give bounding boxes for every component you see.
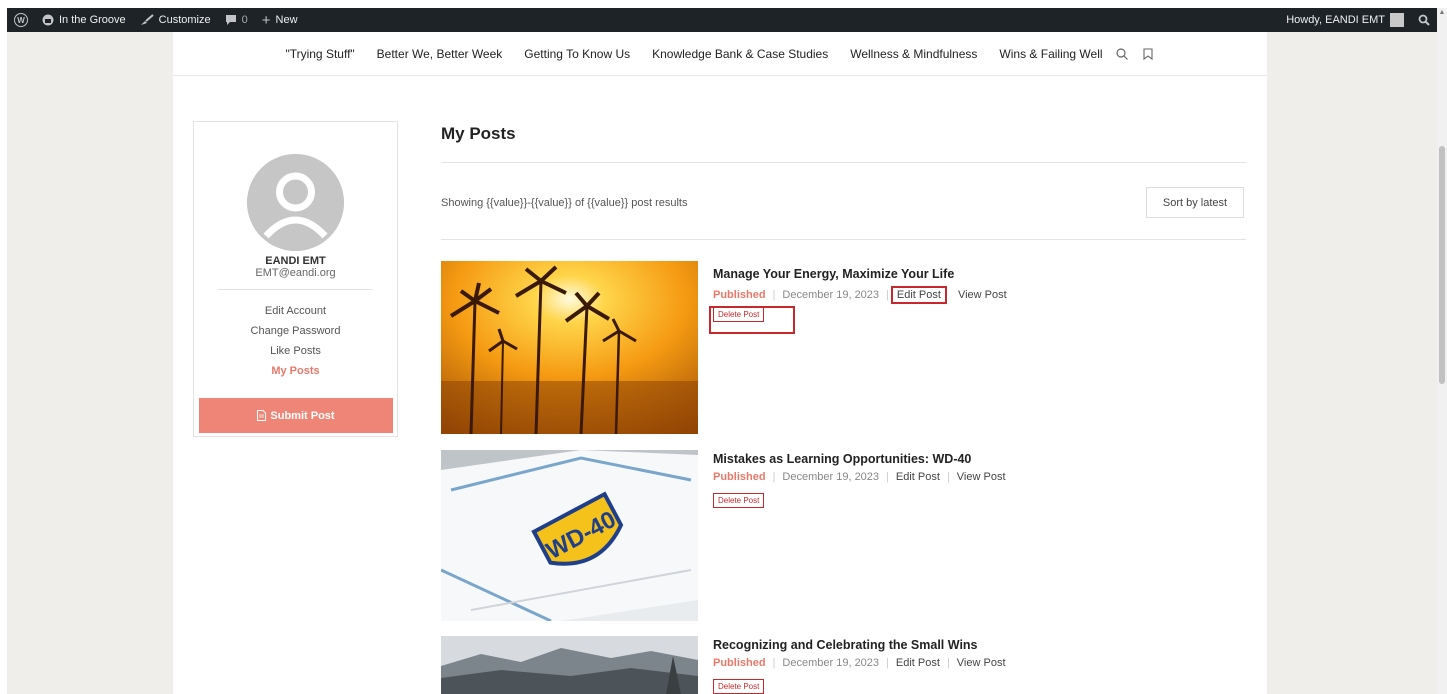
post-item: Manage Your Energy, Maximize Your Life P… <box>441 261 1246 436</box>
post-date: December 19, 2023 <box>782 471 880 483</box>
customize-label: Customize <box>158 14 211 26</box>
post-meta: Published | December 19, 2023 | Edit Pos… <box>713 286 1007 304</box>
profile-menu-my-posts[interactable]: My Posts <box>194 361 397 381</box>
site-name-link[interactable]: In the Groove <box>35 8 133 32</box>
comments-count: 0 <box>241 14 248 26</box>
user-avatar-icon <box>1390 13 1404 27</box>
post-thumbnail[interactable] <box>441 636 698 694</box>
nav-item-wins[interactable]: Wins & Failing Well <box>999 47 1102 61</box>
admin-bar: W In the Groove Customize 0 + New Howdy,… <box>7 8 1437 32</box>
edit-post-link[interactable]: Edit Post <box>896 657 940 669</box>
profile-card: EANDI EMT EMT@eandi.org Edit Account Cha… <box>193 121 398 437</box>
nav-item-trying-stuff[interactable]: "Trying Stuff" <box>285 47 354 61</box>
comment-icon <box>225 15 236 25</box>
avatar <box>247 154 344 251</box>
page-title: My Posts <box>441 124 516 143</box>
post-status: Published <box>713 657 766 669</box>
edit-post-link[interactable]: Edit Post <box>890 286 947 304</box>
post-status: Published <box>713 471 766 483</box>
plus-icon: + <box>261 11 271 29</box>
nav-search-icon[interactable] <box>1115 47 1129 61</box>
edit-post-link[interactable]: Edit Post <box>896 471 940 483</box>
search-icon <box>1418 14 1430 26</box>
results-count: Showing {{value}}-{{value}} of {{value}}… <box>441 197 688 209</box>
title-divider <box>441 162 1246 163</box>
post-status: Published <box>713 289 766 301</box>
site-name-label: In the Groove <box>59 14 126 26</box>
delete-post-button[interactable]: Delete Post <box>713 679 765 694</box>
profile-menu: Edit Account Change Password Like Posts … <box>194 301 397 381</box>
howdy-label: Howdy, EANDI EMT <box>1286 14 1385 26</box>
scroll-up-icon[interactable]: ▲ <box>1437 8 1447 18</box>
post-date: December 19, 2023 <box>782 289 880 301</box>
view-post-link[interactable]: View Post <box>957 657 1006 669</box>
profile-menu-edit-account[interactable]: Edit Account <box>194 301 397 321</box>
document-icon <box>257 410 267 421</box>
nav-item-getting-to-know-us[interactable]: Getting To Know Us <box>524 47 630 61</box>
nav-item-better-we[interactable]: Better We, Better Week <box>377 47 503 61</box>
post-thumbnail[interactable] <box>441 261 698 434</box>
post-meta: Published | December 19, 2023 | Edit Pos… <box>713 657 1006 669</box>
post-item: Recognizing and Celebrating the Small Wi… <box>441 636 1246 694</box>
profile-divider <box>218 289 373 290</box>
new-content-link[interactable]: + New <box>255 8 305 32</box>
post-meta: Published | December 19, 2023 | Edit Pos… <box>713 471 1006 483</box>
delete-post-button[interactable]: Delete Post <box>713 307 765 322</box>
page-frame-left <box>0 0 7 694</box>
wd-40-towel-image: WD-40 <box>441 450 698 621</box>
sort-dropdown[interactable]: Sort by latest <box>1146 187 1244 218</box>
content-area: "Trying Stuff" Better We, Better Week Ge… <box>173 32 1267 694</box>
post-title[interactable]: Mistakes as Learning Opportunities: WD-4… <box>713 452 971 466</box>
submit-post-button[interactable]: Submit Post <box>199 398 393 433</box>
profile-menu-like-posts[interactable]: Like Posts <box>194 341 397 361</box>
new-label: New <box>275 14 298 26</box>
post-item: WD-40 Mistakes as Learning Opportunities… <box>441 450 1246 622</box>
profile-email: EMT@eandi.org <box>255 267 336 279</box>
wordpress-icon: W <box>14 13 28 27</box>
post-thumbnail[interactable]: WD-40 <box>441 450 698 621</box>
post-date: December 19, 2023 <box>782 657 880 669</box>
sunset-palm-trees-image <box>441 261 698 434</box>
view-post-link[interactable]: View Post <box>957 471 1006 483</box>
admin-search-button[interactable] <box>1411 8 1437 32</box>
home-icon <box>42 14 54 26</box>
post-title[interactable]: Manage Your Energy, Maximize Your Life <box>713 267 954 281</box>
post-title[interactable]: Recognizing and Celebrating the Small Wi… <box>713 638 978 652</box>
customize-link[interactable]: Customize <box>133 8 218 32</box>
main-navigation: "Trying Stuff" Better We, Better Week Ge… <box>173 32 1267 76</box>
view-post-link[interactable]: View Post <box>958 289 1007 301</box>
bookmark-icon[interactable] <box>1141 47 1155 61</box>
mountain-landscape-image <box>441 636 698 694</box>
wordpress-logo-button[interactable]: W <box>7 8 35 32</box>
nav-item-knowledge-bank[interactable]: Knowledge Bank & Case Studies <box>652 47 828 61</box>
profile-menu-change-password[interactable]: Change Password <box>194 321 397 341</box>
results-divider <box>441 239 1246 240</box>
scrollbar-thumb[interactable] <box>1439 146 1445 384</box>
nav-item-wellness[interactable]: Wellness & Mindfulness <box>850 47 977 61</box>
delete-post-button[interactable]: Delete Post <box>713 493 765 508</box>
comments-link[interactable]: 0 <box>218 8 255 32</box>
submit-post-label: Submit Post <box>270 409 335 422</box>
brush-icon <box>140 14 154 25</box>
account-menu[interactable]: Howdy, EANDI EMT <box>1279 8 1411 32</box>
default-avatar-icon <box>247 154 344 251</box>
profile-name: EANDI EMT <box>265 255 326 267</box>
page-frame-top <box>0 0 1447 8</box>
page-scrollbar[interactable]: ▲ <box>1437 8 1447 694</box>
